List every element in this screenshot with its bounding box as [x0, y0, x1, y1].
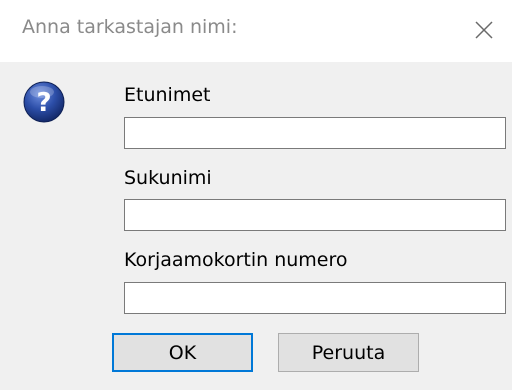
ok-button-label: OK [168, 341, 197, 364]
ok-button[interactable]: OK [112, 333, 253, 372]
close-icon[interactable] [462, 8, 506, 52]
last-name-label: Sukunimi [124, 167, 212, 189]
first-names-input[interactable] [124, 117, 506, 149]
card-number-label: Korjaamokortin numero [124, 249, 348, 271]
cancel-button-label: Peruuta [311, 341, 386, 364]
last-name-input[interactable] [124, 199, 506, 231]
card-number-input[interactable] [124, 282, 506, 314]
svg-text:?: ? [36, 88, 51, 118]
title-bar: Anna tarkastajan nimi: [0, 0, 512, 62]
first-names-label: Etunimet [124, 84, 211, 106]
dialog-title: Anna tarkastajan nimi: [22, 16, 238, 38]
cancel-button[interactable]: Peruuta [278, 333, 419, 372]
question-mark-icon: ? [22, 80, 66, 124]
dialog-window: Anna tarkastajan nimi: ? Etunimet Sukuni… [0, 0, 512, 390]
